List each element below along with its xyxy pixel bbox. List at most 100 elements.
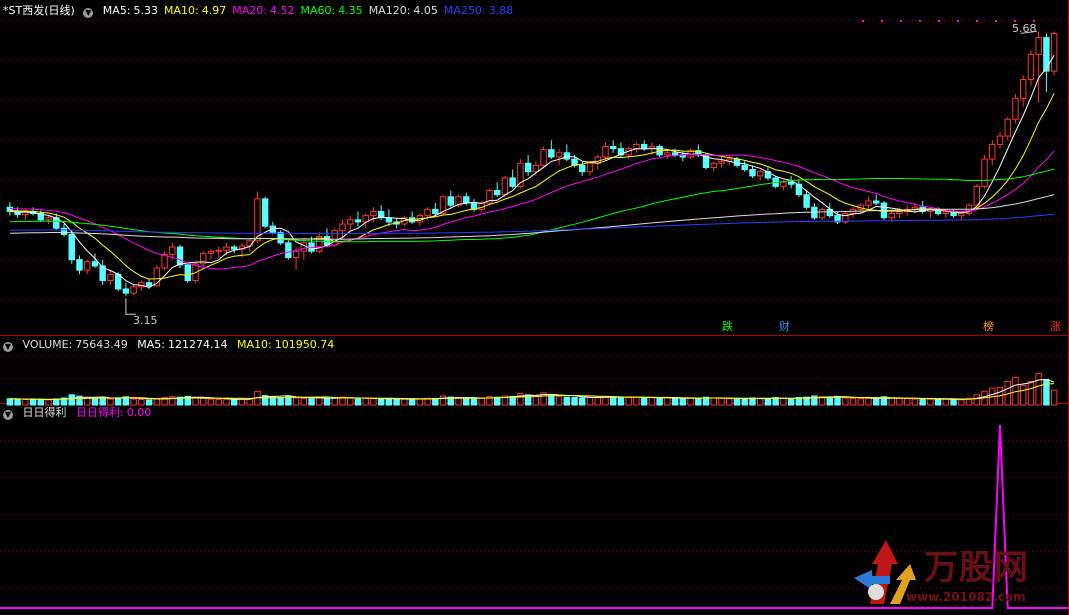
- candle: [432, 203, 439, 216]
- volume-bar: [230, 399, 238, 406]
- candle: [408, 211, 416, 225]
- event-tag[interactable]: 财: [779, 320, 790, 333]
- collapse-indicator-icon[interactable]: ▼: [3, 410, 13, 420]
- candle: [919, 200, 926, 214]
- volume-bar: [316, 397, 323, 406]
- candle-body: [76, 259, 83, 271]
- candle-body: [261, 198, 269, 227]
- candle: [718, 157, 725, 168]
- volume-bar: [408, 398, 416, 406]
- candle: [215, 247, 222, 258]
- candle-body: [447, 196, 454, 206]
- candle: [610, 140, 617, 153]
- candle-body: [780, 181, 787, 187]
- candle: [207, 249, 215, 260]
- volume-bar: [1035, 373, 1042, 406]
- candle-body: [532, 164, 540, 173]
- candle: [749, 165, 756, 178]
- candle-body: [749, 169, 756, 177]
- volume-ma10-label: MA10:: [237, 338, 272, 351]
- candle: [362, 213, 369, 229]
- volume-bar: [362, 397, 369, 406]
- event-tag[interactable]: 跌: [722, 320, 733, 333]
- volume-bar: [347, 397, 354, 406]
- volume-bar: [563, 396, 571, 406]
- candle: [107, 270, 114, 285]
- indicator-legend: ▼ 日日得利 日日得利: 0.00: [0, 405, 157, 421]
- candle-body: [463, 196, 470, 204]
- volume-bar: [323, 397, 331, 406]
- volume-bar: [393, 399, 400, 406]
- volume-bar: [934, 399, 942, 406]
- volume-bar: [958, 399, 965, 406]
- ma-line-ma5: [9, 54, 1055, 289]
- event-tag[interactable]: 涨: [1050, 320, 1061, 333]
- candle-body: [339, 223, 346, 231]
- volume-ma5-value: 121274.14: [168, 338, 228, 351]
- candle-body: [1027, 53, 1035, 81]
- candle-body: [347, 219, 354, 225]
- candle: [184, 261, 191, 283]
- volume-bar: [114, 397, 122, 406]
- candle-body: [795, 183, 803, 196]
- candle-body: [354, 219, 362, 223]
- volume-bar: [470, 398, 478, 406]
- candle-body: [640, 143, 648, 150]
- candle: [1035, 31, 1042, 103]
- candle: [795, 180, 803, 197]
- candle: [764, 167, 772, 181]
- volume-bar: [370, 398, 377, 406]
- volume-bar: [888, 397, 895, 406]
- ma-line-ma250: [9, 213, 1055, 235]
- candle: [493, 182, 501, 197]
- candle: [803, 190, 810, 210]
- volume-bar: [671, 397, 679, 406]
- candle-body: [509, 177, 516, 187]
- candle-body: [230, 246, 238, 250]
- candle-body: [68, 234, 75, 261]
- candle: [285, 238, 292, 260]
- candle-body: [114, 273, 122, 290]
- candle-body: [555, 152, 563, 158]
- candle: [664, 150, 671, 160]
- volume-bar: [354, 398, 362, 406]
- volume-bar: [780, 397, 787, 406]
- volume-bar: [656, 397, 663, 406]
- candle-body: [579, 164, 586, 173]
- candle-body: [493, 190, 501, 196]
- volume-bar: [842, 397, 849, 406]
- candle: [447, 190, 454, 208]
- volume-bar: [919, 398, 926, 406]
- volume-bar: [625, 397, 632, 406]
- candle: [756, 169, 764, 181]
- volume-bar: [463, 397, 470, 406]
- volume-bar: [826, 396, 834, 406]
- candle-body: [145, 282, 153, 287]
- volume-bar: [679, 398, 687, 406]
- ma-line-ma10: [9, 93, 1055, 280]
- candle: [842, 211, 849, 225]
- volume-bar: [571, 397, 578, 406]
- event-tag[interactable]: 榜: [983, 320, 994, 333]
- candle-body: [602, 146, 609, 158]
- candle-body: [277, 231, 284, 244]
- candle: [563, 144, 571, 162]
- volume-ma5-label: MA5:: [137, 338, 166, 351]
- volume-bar: [718, 397, 725, 406]
- candle-body: [130, 286, 137, 294]
- candle-body: [633, 143, 640, 150]
- candle-body: [432, 208, 439, 215]
- candle-body: [718, 160, 725, 164]
- collapse-volume-icon[interactable]: ▼: [3, 342, 13, 352]
- candle: [524, 154, 532, 176]
- candle-body: [981, 158, 988, 187]
- volume-bar: [695, 397, 702, 406]
- volume-bar: [687, 397, 694, 406]
- volume-bar: [84, 397, 91, 406]
- indicator-value: 0.00: [126, 406, 152, 419]
- candle: [540, 146, 547, 168]
- volume-bar: [1050, 389, 1058, 406]
- indicator-series-label: 日日得利:: [76, 406, 124, 419]
- volume-ma-lines: [9, 378, 1055, 401]
- candle-body: [215, 249, 222, 252]
